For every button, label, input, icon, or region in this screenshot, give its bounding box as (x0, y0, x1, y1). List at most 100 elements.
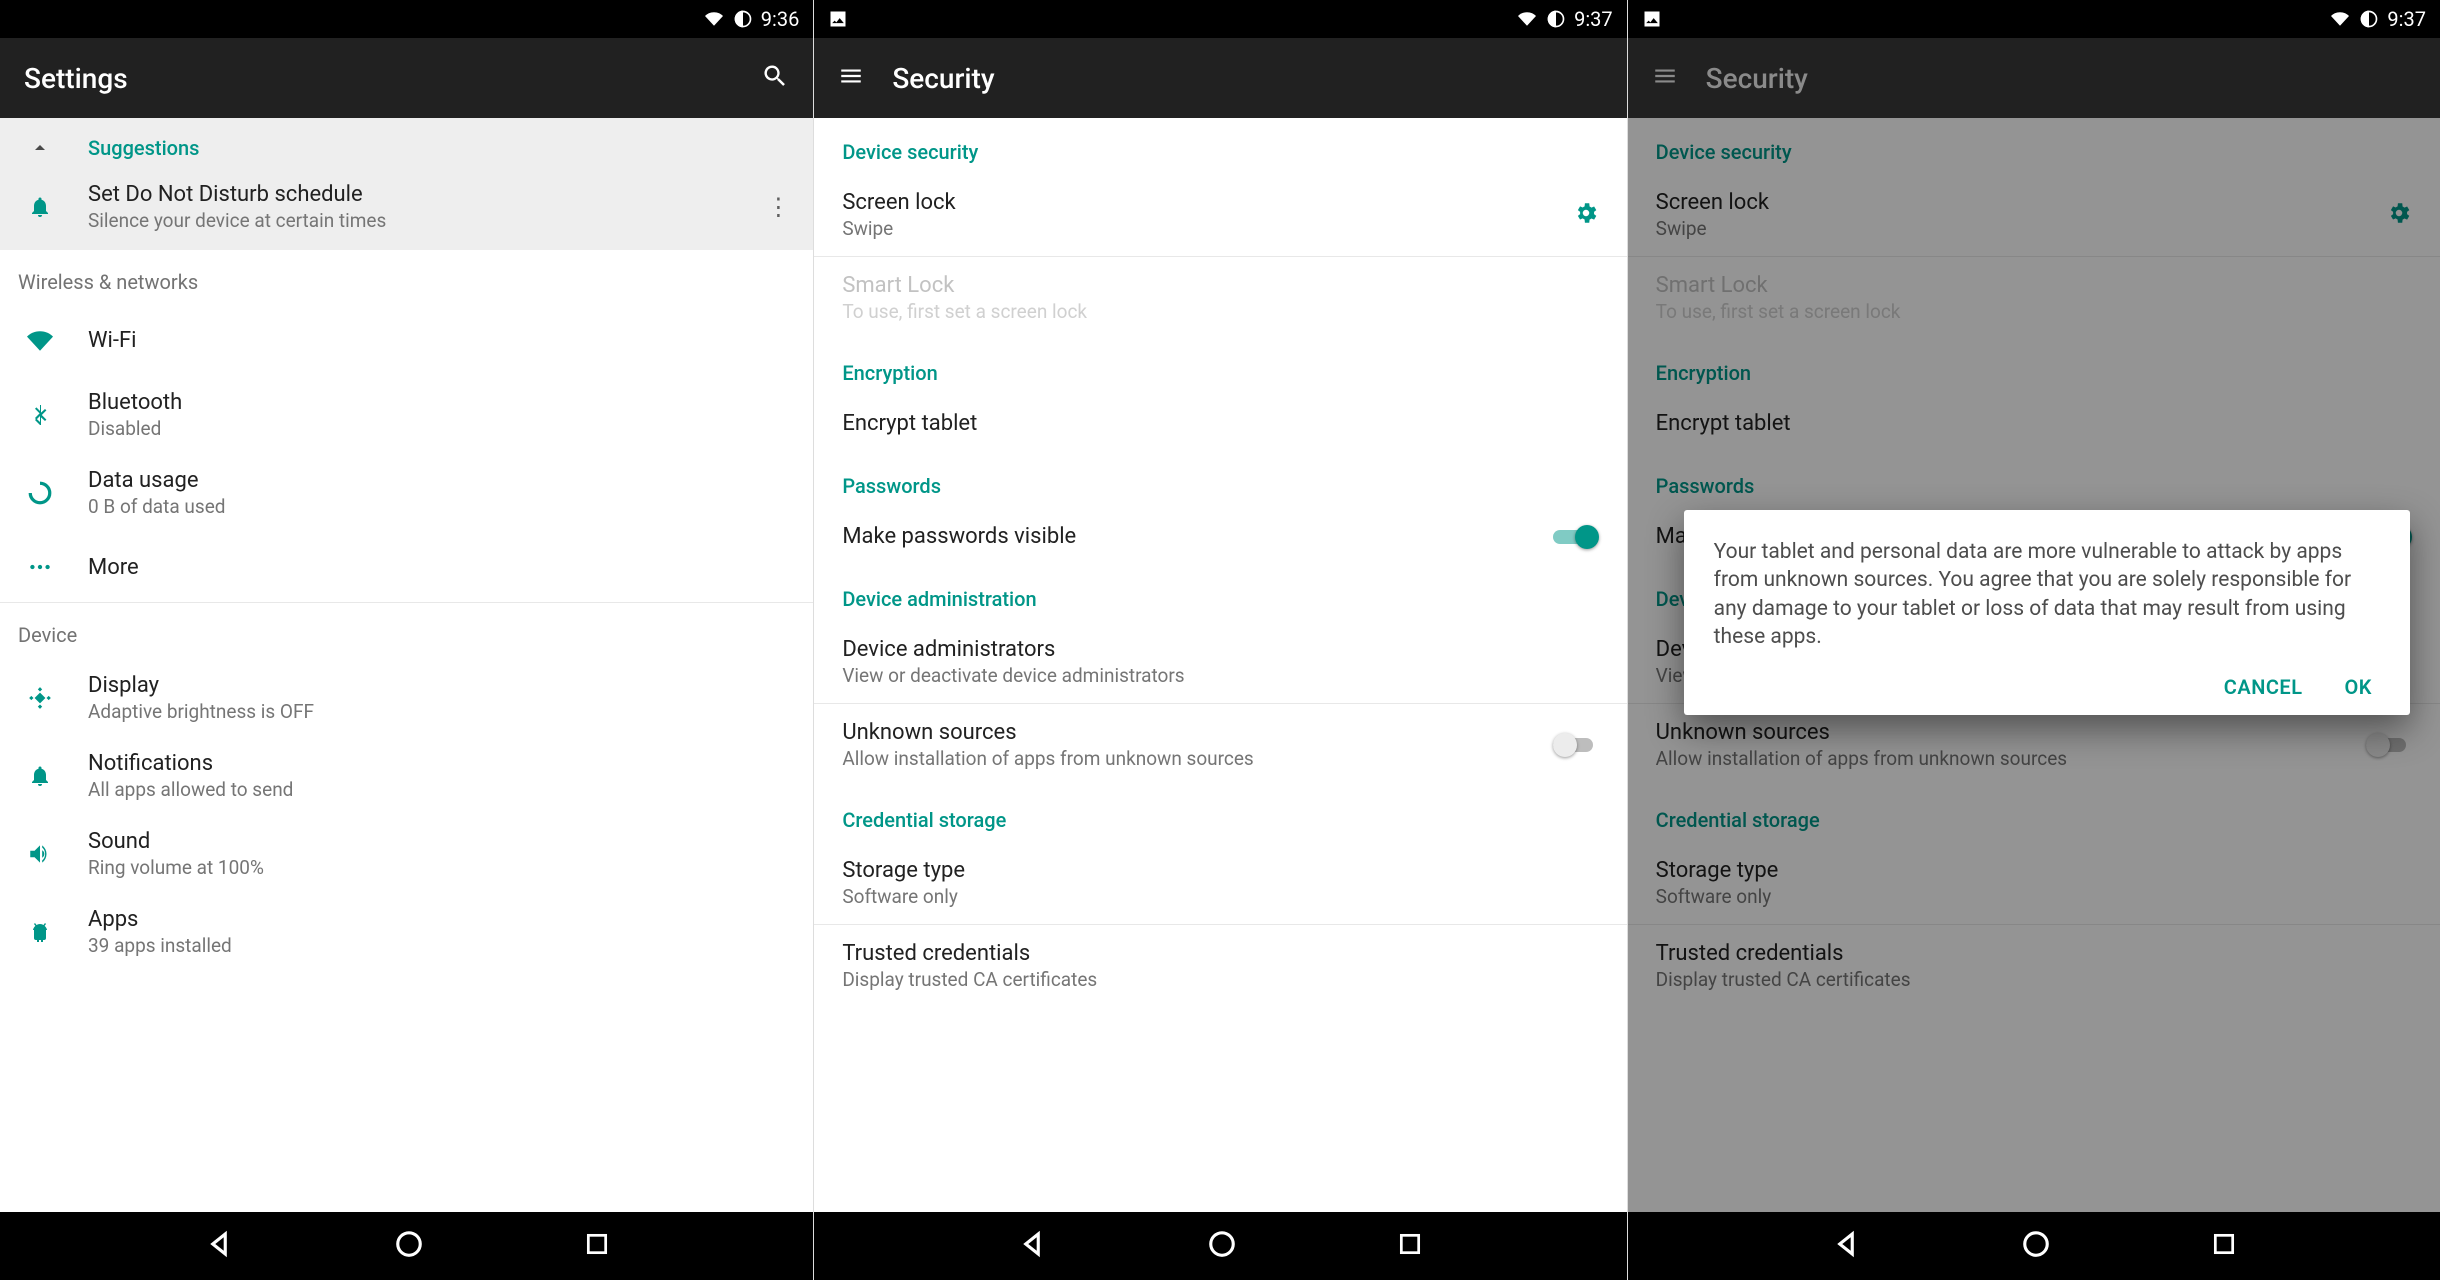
overflow-icon[interactable]: ⋮ (763, 193, 793, 221)
hamburger-icon[interactable] (1652, 63, 1678, 93)
page-title: Settings (24, 62, 733, 95)
item-sub: All apps allowed to send (88, 778, 793, 801)
ok-button[interactable]: OK (2345, 675, 2372, 699)
item-more[interactable]: More (0, 532, 813, 602)
item-title: Sound (88, 829, 793, 854)
item-title: Trusted credentials (842, 941, 1598, 966)
item-wifi[interactable]: Wi-Fi (0, 306, 813, 376)
recents-icon[interactable] (2211, 1231, 2237, 1261)
section-encryption: Encryption (814, 339, 1626, 395)
security-dialog-screen: 9:37 Security Device security Screen loc… (1627, 0, 2440, 1280)
item-bluetooth[interactable]: Bluetooth Disabled (0, 376, 813, 454)
android-icon (20, 920, 60, 944)
clock-progress-icon (1546, 9, 1566, 29)
item-unknown-sources[interactable]: Unknown sources Allow installation of ap… (814, 704, 1626, 786)
settings-screen: 9:36 Settings Suggestions Set Do Not Dis… (0, 0, 813, 1280)
back-icon[interactable] (204, 1229, 234, 1263)
item-title: Device administrators (842, 637, 1598, 662)
suggestions-section: Suggestions Set Do Not Disturb schedule … (0, 118, 813, 250)
item-sub: Disabled (88, 417, 793, 440)
item-storage-type[interactable]: Storage type Software only (814, 842, 1626, 924)
clock-progress-icon (733, 9, 753, 29)
item-sound[interactable]: Sound Ring volume at 100% (0, 815, 813, 893)
item-title: More (88, 555, 793, 580)
section-device-header: Device (0, 603, 813, 659)
cancel-button[interactable]: CANCEL (2224, 675, 2303, 699)
item-sub: Ring volume at 100% (88, 856, 793, 879)
suggestions-header[interactable]: Suggestions (0, 118, 813, 170)
item-notifications[interactable]: Notifications All apps allowed to send (0, 737, 813, 815)
item-title: Notifications (88, 751, 793, 776)
hamburger-icon[interactable] (838, 63, 864, 93)
nav-bar (814, 1212, 1626, 1280)
app-header: Security (1628, 38, 2440, 118)
image-icon (828, 9, 848, 29)
recents-icon[interactable] (584, 1231, 610, 1261)
home-icon[interactable] (394, 1229, 424, 1263)
app-header: Settings (0, 38, 813, 118)
item-device-admins[interactable]: Device administrators View or deactivate… (814, 621, 1626, 703)
unknown-sources-dialog: Your tablet and personal data are more v… (1684, 510, 2410, 715)
section-passwords: Passwords (814, 452, 1626, 508)
wifi-icon (2329, 10, 2351, 28)
item-data-usage[interactable]: Data usage 0 B of data used (0, 454, 813, 532)
item-encrypt-tablet[interactable]: Encrypt tablet (814, 395, 1626, 452)
item-title: Encrypt tablet (842, 411, 1598, 436)
more-horiz-icon (20, 554, 60, 580)
status-bar: 9:37 (814, 0, 1626, 38)
item-sub: Swipe (842, 217, 1572, 240)
volume-icon (20, 841, 60, 867)
recents-icon[interactable] (1397, 1231, 1423, 1261)
item-apps[interactable]: Apps 39 apps installed (0, 893, 813, 971)
status-time: 9:36 (761, 7, 800, 31)
home-icon[interactable] (1207, 1229, 1237, 1263)
item-screen-lock[interactable]: Screen lock Swipe (814, 174, 1626, 256)
status-time: 9:37 (2387, 7, 2426, 31)
status-bar: 9:37 (1628, 0, 2440, 38)
wifi-icon (1516, 10, 1538, 28)
back-icon[interactable] (1831, 1229, 1861, 1263)
status-time: 9:37 (1574, 7, 1613, 31)
security-content: Device security Screen lock Swipe Smart … (814, 118, 1626, 1212)
item-title: Make passwords visible (842, 524, 1552, 549)
security-screen: 9:37 Security Device security Screen loc… (813, 0, 1626, 1280)
bell-icon (20, 764, 60, 788)
suggestions-label: Suggestions (88, 136, 199, 160)
dialog-message: Your tablet and personal data are more v… (1714, 538, 2380, 651)
switch-unknown-sources[interactable] (1553, 733, 1599, 757)
item-display[interactable]: Display Adaptive brightness is OFF (0, 659, 813, 737)
switch-passwords-visible[interactable] (1553, 525, 1599, 549)
suggestion-dnd[interactable]: Set Do Not Disturb schedule Silence your… (0, 170, 813, 250)
item-sub: View or deactivate device administrators (842, 664, 1598, 687)
status-bar: 9:36 (0, 0, 813, 38)
item-sub: Adaptive brightness is OFF (88, 700, 793, 723)
item-sub: Software only (842, 885, 1598, 908)
item-passwords-visible[interactable]: Make passwords visible (814, 508, 1626, 565)
page-title: Security (1706, 62, 2416, 95)
suggestion-title: Set Do Not Disturb schedule (88, 182, 735, 207)
wifi-icon (703, 10, 725, 28)
settings-content: Suggestions Set Do Not Disturb schedule … (0, 118, 813, 1212)
section-device-security: Device security (814, 118, 1626, 174)
item-title: Unknown sources (842, 720, 1552, 745)
page-title: Security (892, 62, 1602, 95)
item-title: Bluetooth (88, 390, 793, 415)
item-sub: Display trusted CA certificates (842, 968, 1598, 991)
home-icon[interactable] (2021, 1229, 2051, 1263)
back-icon[interactable] (1017, 1229, 1047, 1263)
item-sub: 0 B of data used (88, 495, 793, 518)
section-device-admin: Device administration (814, 565, 1626, 621)
item-sub: 39 apps installed (88, 934, 793, 957)
item-sub: Allow installation of apps from unknown … (842, 747, 1552, 770)
wifi-icon (20, 328, 60, 354)
suggestion-sub: Silence your device at certain times (88, 209, 735, 232)
brightness-icon (20, 685, 60, 711)
bell-icon (20, 195, 60, 219)
search-icon[interactable] (761, 62, 789, 94)
bluetooth-icon (20, 403, 60, 427)
section-credential-storage: Credential storage (814, 786, 1626, 842)
gear-icon[interactable] (1573, 200, 1599, 230)
item-title: Wi-Fi (88, 328, 793, 353)
item-trusted-credentials[interactable]: Trusted credentials Display trusted CA c… (814, 925, 1626, 1007)
item-title: Display (88, 673, 793, 698)
